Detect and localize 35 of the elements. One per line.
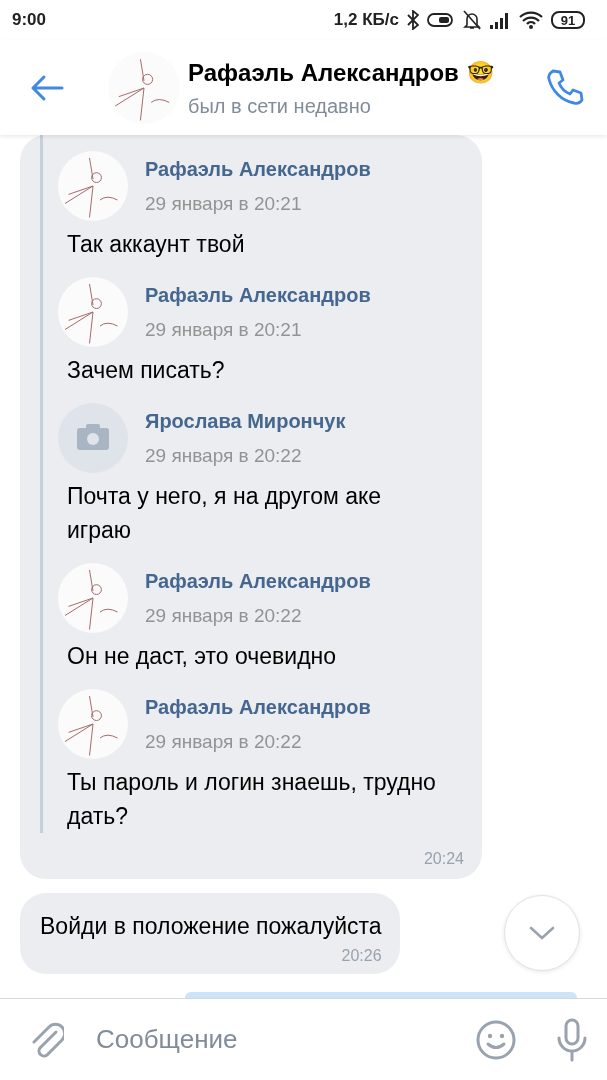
message-text: Ты пароль и логин знаешь, трудно дать? (67, 768, 437, 831)
message-date: 29 января в 20:22 (145, 729, 303, 754)
bell-off-icon (463, 10, 481, 30)
network-speed: 1,2 КБ/с (333, 9, 399, 32)
message-time: 20:26 (341, 946, 382, 964)
message-date: 29 января в 20:21 (145, 317, 303, 342)
status-time: 9:00 (12, 9, 47, 32)
back-icon[interactable] (30, 73, 64, 102)
message-time: 20:24 (423, 850, 464, 867)
author-name[interactable]: Рафаэль Александров (145, 565, 371, 596)
message-field[interactable]: Сообщение (94, 1019, 475, 1060)
message-date: 29 января в 20:22 (145, 443, 303, 468)
author-name[interactable]: Ярослава Мирончук (145, 405, 346, 436)
microphone-icon[interactable] (555, 1017, 589, 1062)
author-name[interactable]: Рафаэль Александров (145, 279, 371, 310)
phone-icon[interactable] (545, 67, 585, 108)
wifi-icon (519, 11, 543, 29)
smile-icon[interactable] (475, 1018, 517, 1061)
battery-indicator: 91 (551, 11, 585, 29)
message-text: Он не даст, это очевидно (67, 642, 338, 671)
author-name[interactable]: Рафаэль Александров (145, 691, 371, 722)
message-text: Войди в положение пожалуйста (40, 912, 382, 941)
message-text: Зачем писать? (67, 356, 226, 385)
chevron-down-icon (529, 925, 555, 942)
signal-icon (489, 11, 511, 29)
avatar-placeholder-icon (58, 403, 128, 473)
author-name[interactable]: Рафаэль Александров (145, 153, 371, 184)
emoji: 🤓 (466, 59, 494, 87)
bluetooth-icon (407, 10, 419, 30)
message-text: Так аккаунт твой (67, 230, 246, 259)
contact-status: был в сети недавно (188, 93, 372, 119)
message-text: Почта у него, я на другом аке играю (67, 482, 383, 545)
message-date: 29 января в 20:22 (145, 603, 303, 628)
contact-name: Рафаэль Александров (188, 57, 459, 88)
message-date: 29 января в 20:21 (145, 191, 303, 216)
